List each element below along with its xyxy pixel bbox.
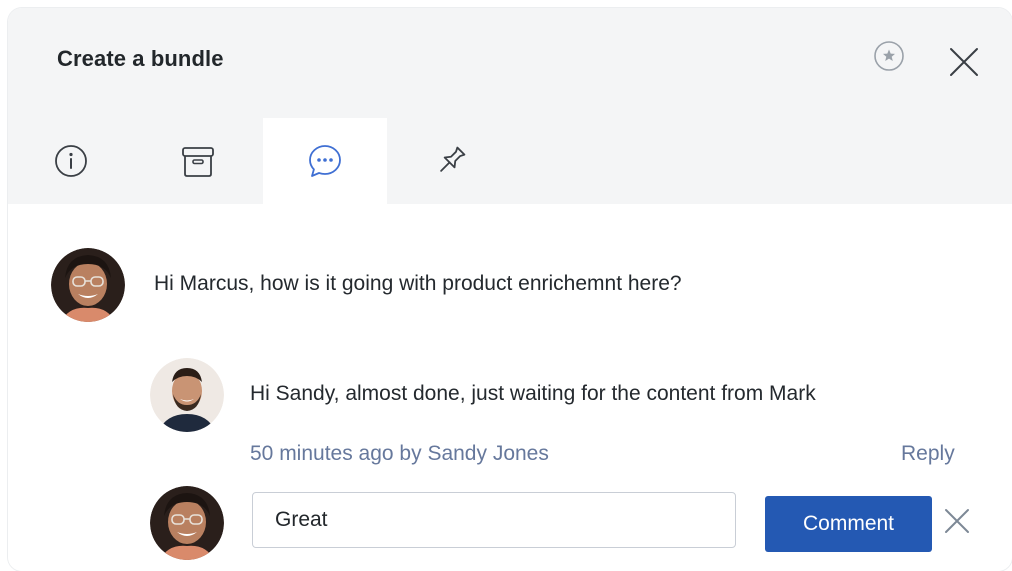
- comment-text: Hi Sandy, almost done, just waiting for …: [250, 382, 816, 405]
- close-button[interactable]: [948, 46, 980, 78]
- dialog-title: Create a bundle: [57, 46, 224, 71]
- dialog-header: Create a bundle: [8, 8, 1012, 204]
- avatar-woman-image: [150, 486, 224, 560]
- tab-info[interactable]: [9, 118, 133, 204]
- avatar: [150, 486, 224, 560]
- avatar: [150, 358, 224, 432]
- comment-button[interactable]: Comment: [765, 496, 932, 552]
- avatar-woman-image: [51, 248, 125, 322]
- favorite-button[interactable]: [873, 40, 905, 72]
- info-icon: [55, 145, 87, 177]
- chat-bubble-icon: [309, 145, 341, 177]
- tab-pinned[interactable]: [389, 118, 513, 204]
- comment-meta: 50 minutes ago by Sandy Jones: [250, 442, 549, 465]
- star-icon: [874, 41, 904, 71]
- tab-comments[interactable]: [263, 118, 387, 204]
- bundle-dialog: Create a bundle Hi Marcus, how is it goi…: [8, 8, 1012, 571]
- cancel-comment-button[interactable]: [942, 506, 972, 536]
- close-icon: [945, 509, 969, 533]
- avatar-man-image: [150, 358, 224, 432]
- tab-bundle[interactable]: [136, 118, 260, 204]
- reply-link[interactable]: Reply: [901, 442, 955, 466]
- box-icon: [182, 147, 214, 177]
- comment-input[interactable]: [252, 492, 736, 548]
- pin-icon: [440, 146, 466, 172]
- comment-text: Hi Marcus, how is it going with product …: [154, 272, 682, 295]
- close-icon: [950, 48, 978, 76]
- avatar: [51, 248, 125, 322]
